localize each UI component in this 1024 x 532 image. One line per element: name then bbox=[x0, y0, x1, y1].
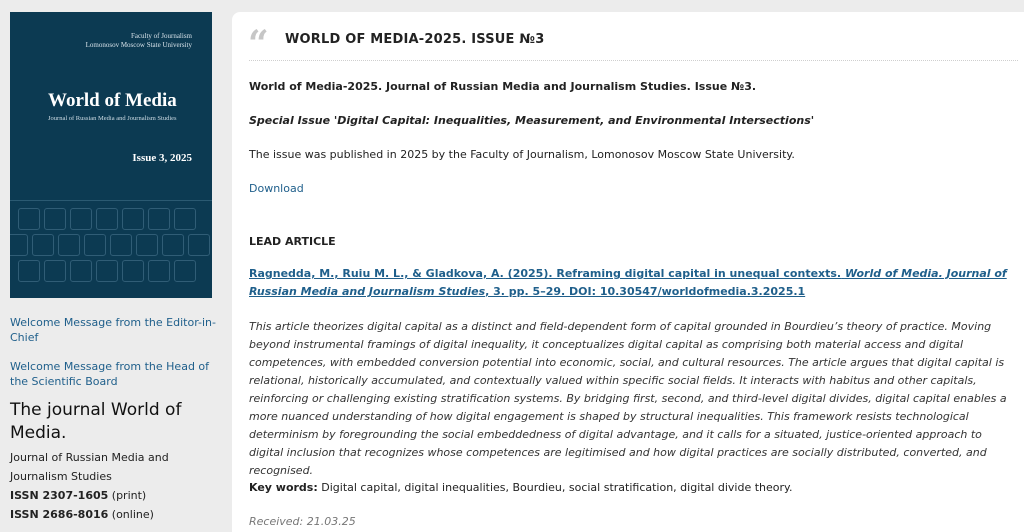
received-date: Received: 21.03.25 bbox=[249, 515, 356, 528]
issn-print: ISSN 2307-1605 (print) bbox=[10, 486, 222, 505]
issn-print-note: (print) bbox=[111, 489, 147, 502]
cover-university: Lomonosov Moscow State University bbox=[85, 41, 192, 49]
issn-print-number: ISSN 2307-1605 bbox=[10, 489, 109, 502]
journal-description: Journal of Russian Media and Journalism … bbox=[10, 451, 169, 483]
keywords-line: Key words: Digital capital, digital ineq… bbox=[249, 479, 1014, 497]
issn-online: ISSN 2686-8016 (online) bbox=[10, 505, 222, 524]
cover-divider bbox=[10, 200, 212, 201]
download-paragraph: Download bbox=[249, 180, 1014, 198]
keywords-label: Key words: bbox=[249, 481, 318, 494]
cover-publisher: Faculty of Journalism Lomonosov Moscow S… bbox=[86, 32, 192, 50]
quote-mark-icon: “ bbox=[248, 23, 269, 65]
lead-article-citation: Ragnedda, M., Ruiu M. L., & Gladkova, A.… bbox=[249, 265, 1014, 301]
issn-online-number: ISSN 2686-8016 bbox=[10, 508, 109, 521]
title-divider bbox=[249, 60, 1018, 61]
editor-welcome-link[interactable]: Welcome Message from the Editor-in-Chief bbox=[10, 315, 222, 345]
journal-cover-image[interactable]: Faculty of Journalism Lomonosov Moscow S… bbox=[10, 12, 212, 298]
cover-title: World of Media bbox=[48, 90, 177, 111]
cover-subtitle: Journal of Russian Media and Journalism … bbox=[48, 115, 177, 122]
page-title: WORLD OF MEDIA-2025. ISSUE №3 bbox=[285, 32, 545, 47]
sidebar: Faculty of Journalism Lomonosov Moscow S… bbox=[0, 0, 225, 521]
cover-faculty: Faculty of Journalism bbox=[130, 32, 192, 40]
journal-line: World of Media-2025. Journal of Russian … bbox=[249, 80, 757, 93]
journal-heading: The journal World of Media. bbox=[10, 400, 182, 443]
keywords-value: Digital capital, digital inequalities, B… bbox=[321, 481, 793, 494]
article-abstract: This article theorizes digital capital a… bbox=[249, 320, 1007, 477]
article-citation-tail: , 3. pp. 5–29. DOI: 10.30547/worldofmedi… bbox=[485, 285, 806, 298]
article-authors-title: Ragnedda, M., Ruiu M. L., & Gladkova, A.… bbox=[249, 267, 842, 280]
cover-pattern bbox=[10, 208, 212, 298]
scientific-board-welcome-link[interactable]: Welcome Message from the Head of the Sci… bbox=[10, 359, 222, 389]
special-issue-title: Special Issue 'Digital Capital: Inequali… bbox=[249, 114, 815, 127]
lead-article-heading: LEAD ARTICLE bbox=[249, 235, 336, 248]
publication-note: The issue was published in 2025 by the F… bbox=[249, 148, 795, 161]
download-link[interactable]: Download bbox=[249, 182, 304, 195]
lead-article-link[interactable]: Ragnedda, M., Ruiu M. L., & Gladkova, A.… bbox=[249, 267, 1007, 298]
cover-issue: Issue 3, 2025 bbox=[132, 152, 192, 164]
issn-online-note: (online) bbox=[111, 508, 154, 521]
main-content: “ WORLD OF MEDIA-2025. ISSUE №3 World of… bbox=[232, 12, 1024, 532]
